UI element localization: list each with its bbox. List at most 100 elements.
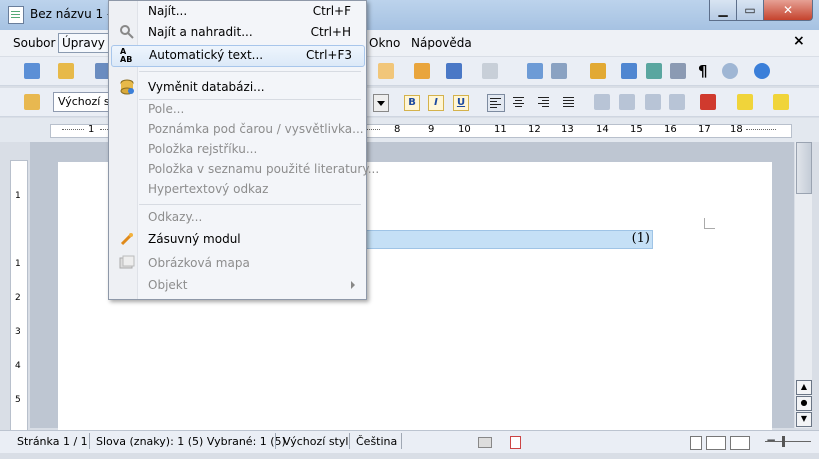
vertical-scrollbar[interactable]: ▲ ● ▼ bbox=[795, 142, 812, 428]
menu-item-label: Obrázková mapa bbox=[148, 256, 250, 270]
table-icon[interactable] bbox=[551, 63, 567, 79]
paste-icon[interactable] bbox=[378, 63, 394, 79]
selected-text[interactable]: (1) bbox=[365, 230, 653, 249]
background-color-icon[interactable] bbox=[773, 94, 789, 110]
page-style[interactable]: Výchozí styl bbox=[283, 435, 348, 448]
vruler-label: 2 bbox=[15, 293, 21, 303]
vertical-ruler: 1 1 2 3 4 5 bbox=[10, 160, 28, 432]
close-document-icon[interactable]: × bbox=[793, 33, 805, 49]
menu-item-find[interactable]: Najít... Ctrl+F bbox=[111, 1, 363, 21]
increase-indent-icon[interactable] bbox=[669, 94, 685, 110]
book-view-icon[interactable] bbox=[730, 436, 750, 450]
next-page-button[interactable]: ▼ bbox=[796, 412, 812, 427]
navigator-icon[interactable] bbox=[621, 63, 637, 79]
align-right-icon[interactable] bbox=[536, 94, 552, 110]
font-size-dropdown[interactable] bbox=[373, 94, 389, 112]
word-count: Slova (znaky): 1 (5) Vybrané: 1 (5) bbox=[96, 435, 286, 448]
vruler-label: 4 bbox=[15, 361, 21, 371]
help-icon[interactable] bbox=[754, 63, 770, 79]
menu-soubor[interactable]: Soubor bbox=[13, 36, 55, 50]
bold-button[interactable]: B bbox=[404, 95, 420, 111]
menu-item-autotext[interactable]: A AB Automatický text... Ctrl+F3 bbox=[111, 45, 365, 67]
ruler-label: 15 bbox=[630, 124, 643, 135]
data-sources-icon[interactable] bbox=[670, 63, 686, 79]
open-folder-icon[interactable] bbox=[58, 63, 74, 79]
menu-item-label: Hypertextový odkaz bbox=[148, 182, 269, 196]
formatting-marks-icon[interactable]: ¶ bbox=[698, 62, 708, 80]
menu-item-exchange-database[interactable]: Vyměnit databázi... bbox=[111, 77, 363, 97]
ruler-label: 16 bbox=[664, 124, 677, 135]
text-boundary-corner bbox=[704, 218, 715, 229]
underline-button[interactable]: U bbox=[453, 95, 469, 111]
vruler-label: 1 bbox=[15, 259, 21, 269]
menu-napoveda[interactable]: Nápověda bbox=[411, 36, 472, 50]
menu-item-label: Objekt bbox=[148, 278, 188, 292]
ruler-label: 12 bbox=[528, 124, 541, 135]
menu-item-object[interactable]: Objekt bbox=[111, 275, 363, 295]
maximize-icon: ▭ bbox=[744, 3, 756, 17]
status-bar: Stránka 1 / 1 Slova (znaky): 1 (5) Vybra… bbox=[0, 430, 819, 453]
document-modified-icon bbox=[510, 436, 521, 449]
maximize-button[interactable]: ▭ bbox=[736, 0, 764, 21]
menu-item-find-replace[interactable]: Najít a nahradit... Ctrl+H bbox=[111, 22, 363, 42]
menu-item-label: Pole... bbox=[148, 102, 185, 116]
font-color-icon[interactable] bbox=[700, 94, 716, 110]
bullets-icon[interactable] bbox=[619, 94, 635, 110]
draw-functions-icon[interactable] bbox=[590, 63, 606, 79]
plugin-icon bbox=[119, 231, 135, 247]
writer-document-icon bbox=[8, 6, 24, 24]
insert-mode-icon[interactable] bbox=[478, 437, 492, 448]
ruler-label: 13 bbox=[561, 124, 574, 135]
align-left-icon[interactable] bbox=[487, 94, 505, 112]
clone-formatting-icon[interactable] bbox=[414, 63, 430, 79]
menu-item-label: Najít... bbox=[148, 4, 188, 18]
menu-item-image-map[interactable]: Obrázková mapa bbox=[111, 253, 363, 273]
undo-icon[interactable] bbox=[446, 63, 462, 79]
new-document-icon[interactable] bbox=[24, 63, 40, 79]
minimize-button[interactable]: ▁ bbox=[709, 0, 737, 21]
zoom-icon[interactable] bbox=[722, 63, 738, 79]
paragraph-style-box[interactable]: Výchozí st bbox=[53, 92, 109, 112]
highlighting-icon[interactable] bbox=[737, 94, 753, 110]
autotext-icon: A AB bbox=[120, 47, 133, 64]
menu-item-label: Odkazy... bbox=[148, 210, 203, 224]
page-indicator[interactable]: Stránka 1 / 1 bbox=[17, 435, 88, 448]
ruler-label: 17 bbox=[698, 124, 711, 135]
numbering-icon[interactable] bbox=[594, 94, 610, 110]
vruler-label: 5 bbox=[15, 395, 21, 405]
menu-okno[interactable]: Okno bbox=[369, 36, 400, 50]
previous-page-button[interactable]: ▲ bbox=[796, 380, 812, 395]
redo-icon[interactable] bbox=[482, 63, 498, 79]
menu-item-links[interactable]: Odkazy... bbox=[111, 207, 363, 227]
close-window-button[interactable]: ✕ bbox=[763, 0, 813, 21]
align-center-icon[interactable] bbox=[511, 94, 527, 110]
menu-item-plugin[interactable]: Zásuvný modul bbox=[111, 229, 363, 249]
menu-upravy[interactable]: Úpravy bbox=[58, 33, 109, 53]
styles-formatting-icon[interactable] bbox=[24, 94, 40, 110]
menu-item-hyperlink[interactable]: Hypertextový odkaz bbox=[111, 179, 363, 199]
decrease-indent-icon[interactable] bbox=[645, 94, 661, 110]
italic-button[interactable]: I bbox=[428, 95, 444, 111]
menu-item-bibliography-entry[interactable]: Položka v seznamu použité literatury... bbox=[111, 159, 379, 179]
menu-item-footnote[interactable]: Poznámka pod čarou / vysvětlivka... bbox=[111, 119, 364, 139]
gallery-icon[interactable] bbox=[646, 63, 662, 79]
ruler-label: 1 bbox=[88, 124, 95, 135]
multi-page-view-icon[interactable] bbox=[706, 436, 726, 450]
menu-item-label: Najít a nahradit... bbox=[148, 25, 253, 39]
navigation-icon[interactable]: ● bbox=[796, 396, 812, 411]
scrollbar-thumb[interactable] bbox=[796, 142, 812, 194]
single-page-view-icon[interactable] bbox=[690, 436, 702, 450]
menu-item-index-entry[interactable]: Položka rejstříku... bbox=[111, 139, 363, 159]
hyperlink-icon[interactable] bbox=[527, 63, 543, 79]
find-replace-icon bbox=[119, 24, 135, 40]
zoom-slider-handle[interactable] bbox=[782, 436, 785, 447]
ruler-label: 8 bbox=[394, 124, 401, 135]
justify-icon[interactable] bbox=[561, 94, 577, 110]
image-map-icon bbox=[119, 255, 135, 271]
submenu-arrow-icon bbox=[351, 281, 355, 289]
menu-item-label: Položka v seznamu použité literatury... bbox=[148, 162, 380, 176]
menu-item-fields[interactable]: Pole... bbox=[111, 99, 363, 119]
ruler-label: 18 bbox=[730, 124, 743, 135]
zoom-out-icon[interactable]: − bbox=[766, 433, 776, 447]
language[interactable]: Čeština bbox=[356, 435, 397, 448]
